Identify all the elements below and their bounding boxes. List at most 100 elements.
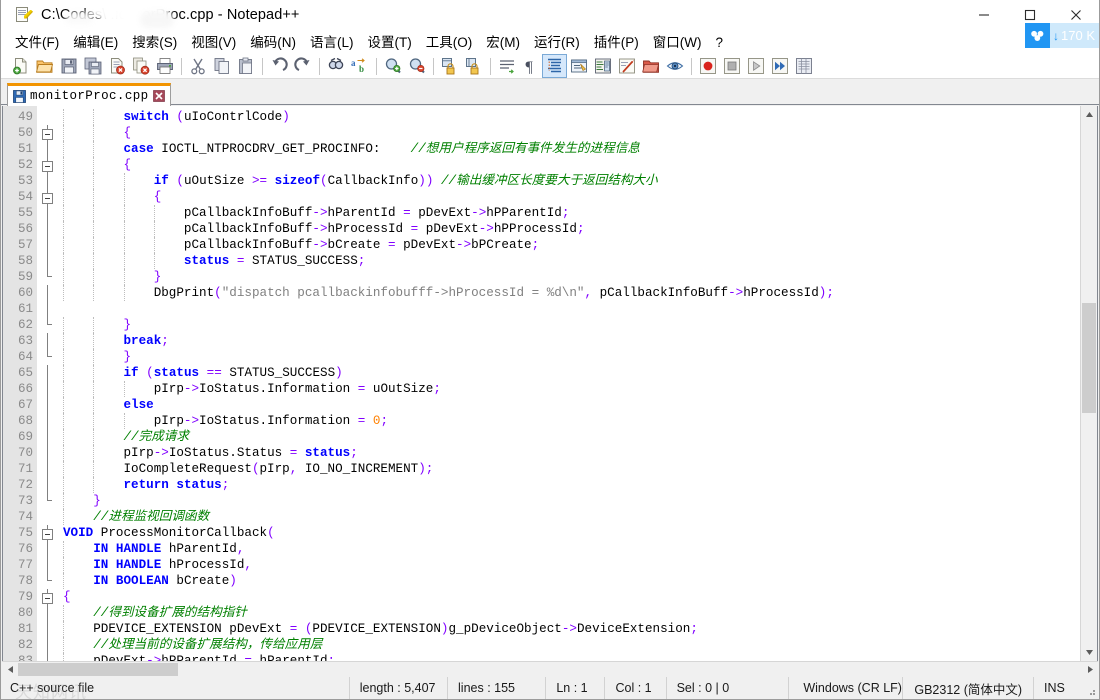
code-line[interactable]: pCallbackInfoBuff->bCreate = pDevExt->bP…: [59, 237, 1080, 253]
sync-horizontal-scroll-icon[interactable]: [462, 55, 485, 77]
code-line[interactable]: status = STATUS_SUCCESS;: [59, 253, 1080, 269]
fold-marker[interactable]: [37, 157, 59, 173]
code-line[interactable]: if (uOutSize >= sizeof(CallbackInfo)) //…: [59, 173, 1080, 189]
user-defined-dialog-icon[interactable]: [567, 55, 590, 77]
code-line[interactable]: }: [59, 269, 1080, 285]
code-line[interactable]: IN BOOLEAN bCreate): [59, 573, 1080, 589]
tab-monitorproc-cpp[interactable]: monitorProc.cpp: [7, 83, 171, 106]
menu-view[interactable]: 视图(V): [184, 32, 243, 53]
close-file-icon[interactable]: [105, 55, 128, 77]
print-icon[interactable]: [153, 55, 176, 77]
scroll-right-button[interactable]: [1082, 662, 1098, 677]
code-line[interactable]: //进程监视回调函数: [59, 509, 1080, 525]
status-encoding[interactable]: GB2312 (简体中文): [903, 677, 1034, 699]
open-file-icon[interactable]: [33, 55, 56, 77]
scroll-left-button[interactable]: [2, 662, 18, 677]
code-line[interactable]: }: [59, 317, 1080, 333]
status-eol[interactable]: Windows (CR LF): [789, 677, 904, 699]
fold-margin[interactable]: [37, 106, 59, 661]
show-document-map-icon[interactable]: [591, 55, 614, 77]
scroll-up-button[interactable]: [1081, 106, 1097, 123]
menu-edit[interactable]: 编辑(E): [66, 32, 125, 53]
menu-macro[interactable]: 宏(M): [479, 32, 527, 53]
horizontal-scroll-track[interactable]: [18, 662, 1082, 677]
undo-icon[interactable]: [267, 55, 290, 77]
find-icon[interactable]: [324, 55, 347, 77]
function-list-icon[interactable]: [615, 55, 638, 77]
editor-body[interactable]: 49 50 51 52 53 54 55 56 57 58 59 60 61 62 63 64 65 66 67 68…: [3, 106, 1080, 661]
menu-window[interactable]: 窗口(W): [646, 32, 709, 53]
code-line[interactable]: else: [59, 397, 1080, 413]
code-line[interactable]: IN HANDLE hProcessId,: [59, 557, 1080, 573]
replace-icon[interactable]: a b: [348, 55, 371, 77]
code-line[interactable]: pDevExt->hPParentId = hParentId;: [59, 653, 1080, 661]
menu-encoding[interactable]: 编码(N): [243, 32, 303, 53]
horizontal-scrollbar[interactable]: [2, 661, 1098, 677]
vertical-scroll-track[interactable]: [1081, 123, 1097, 644]
fold-marker[interactable]: [37, 125, 59, 141]
code-line[interactable]: pIrp->IoStatus.Status = status;: [59, 445, 1080, 461]
code-line[interactable]: pIrp->IoStatus.Information = uOutSize;: [59, 381, 1080, 397]
menu-search[interactable]: 搜索(S): [125, 32, 184, 53]
status-insert-mode[interactable]: INS: [1034, 677, 1083, 699]
vertical-scroll-thumb[interactable]: [1082, 303, 1096, 413]
vertical-scrollbar[interactable]: [1080, 106, 1097, 661]
code-line[interactable]: IN HANDLE hParentId,: [59, 541, 1080, 557]
code-line[interactable]: switch (uIoContrlCode): [59, 109, 1080, 125]
menu-language[interactable]: 语言(L): [303, 32, 361, 53]
monitoring-icon[interactable]: [663, 55, 686, 77]
sync-vertical-scroll-icon[interactable]: [438, 55, 461, 77]
code-line[interactable]: pIrp->IoStatus.Information = 0;: [59, 413, 1080, 429]
code-line[interactable]: //完成请求: [59, 429, 1080, 445]
new-file-icon[interactable]: [9, 55, 32, 77]
close-tab-icon[interactable]: [153, 90, 166, 103]
code-line[interactable]: }: [59, 349, 1080, 365]
download-notification-badge[interactable]: ↓ 170 K: [1025, 23, 1099, 48]
show-all-characters-icon[interactable]: ¶: [519, 55, 542, 77]
code-line[interactable]: //得到设备扩展的结构指针: [59, 605, 1080, 621]
code-line[interactable]: return status;: [59, 477, 1080, 493]
fold-marker[interactable]: [37, 189, 59, 205]
macro-record-icon[interactable]: [696, 55, 719, 77]
word-wrap-icon[interactable]: [495, 55, 518, 77]
minimize-button[interactable]: [961, 0, 1007, 31]
resize-grip-icon[interactable]: [1083, 677, 1099, 699]
menu-plugins[interactable]: 插件(P): [587, 32, 646, 53]
code-line[interactable]: pCallbackInfoBuff->hParentId = pDevExt->…: [59, 205, 1080, 221]
macro-play-icon[interactable]: [744, 55, 767, 77]
macro-playback-multiple-icon[interactable]: [768, 55, 791, 77]
code-line[interactable]: VOID ProcessMonitorCallback(: [59, 525, 1080, 541]
redo-icon[interactable]: [291, 55, 314, 77]
menu-file[interactable]: 文件(F): [8, 32, 66, 53]
folder-as-workspace-icon[interactable]: [639, 55, 662, 77]
code-text-area[interactable]: switch (uIoContrlCode) { case IOCTL_NTPR…: [59, 106, 1080, 661]
copy-icon[interactable]: [210, 55, 233, 77]
cut-icon[interactable]: [186, 55, 209, 77]
close-all-icon[interactable]: [129, 55, 152, 77]
code-line[interactable]: case IOCTL_NTPROCDRV_GET_PROCINFO: //想用户…: [59, 141, 1080, 157]
indent-guideline-icon[interactable]: [542, 54, 567, 78]
fold-marker[interactable]: [37, 589, 59, 605]
save-all-icon[interactable]: [81, 55, 104, 77]
code-line[interactable]: break;: [59, 333, 1080, 349]
zoom-in-icon[interactable]: [381, 55, 404, 77]
code-line[interactable]: [59, 301, 1080, 317]
code-line[interactable]: {: [59, 189, 1080, 205]
menu-help[interactable]: ?: [708, 32, 730, 53]
code-line[interactable]: {: [59, 589, 1080, 605]
code-line[interactable]: pCallbackInfoBuff->hProcessId = pDevExt-…: [59, 221, 1080, 237]
code-line[interactable]: IoCompleteRequest(pIrp, IO_NO_INCREMENT)…: [59, 461, 1080, 477]
code-line[interactable]: //处理当前的设备扩展结构，传给应用层: [59, 637, 1080, 653]
save-icon[interactable]: [57, 55, 80, 77]
macro-save-icon[interactable]: [792, 55, 815, 77]
macro-stop-icon[interactable]: [720, 55, 743, 77]
menu-run[interactable]: 运行(R): [527, 32, 587, 53]
code-line[interactable]: PDEVICE_EXTENSION pDevExt = (PDEVICE_EXT…: [59, 621, 1080, 637]
paste-icon[interactable]: [234, 55, 257, 77]
horizontal-scroll-thumb[interactable]: [18, 663, 178, 676]
fold-marker[interactable]: [37, 525, 59, 541]
scroll-down-button[interactable]: [1081, 644, 1097, 661]
code-line[interactable]: DbgPrint("dispatch pcallbackinfobufff->h…: [59, 285, 1080, 301]
menu-tools[interactable]: 工具(O): [419, 32, 480, 53]
code-line[interactable]: {: [59, 125, 1080, 141]
